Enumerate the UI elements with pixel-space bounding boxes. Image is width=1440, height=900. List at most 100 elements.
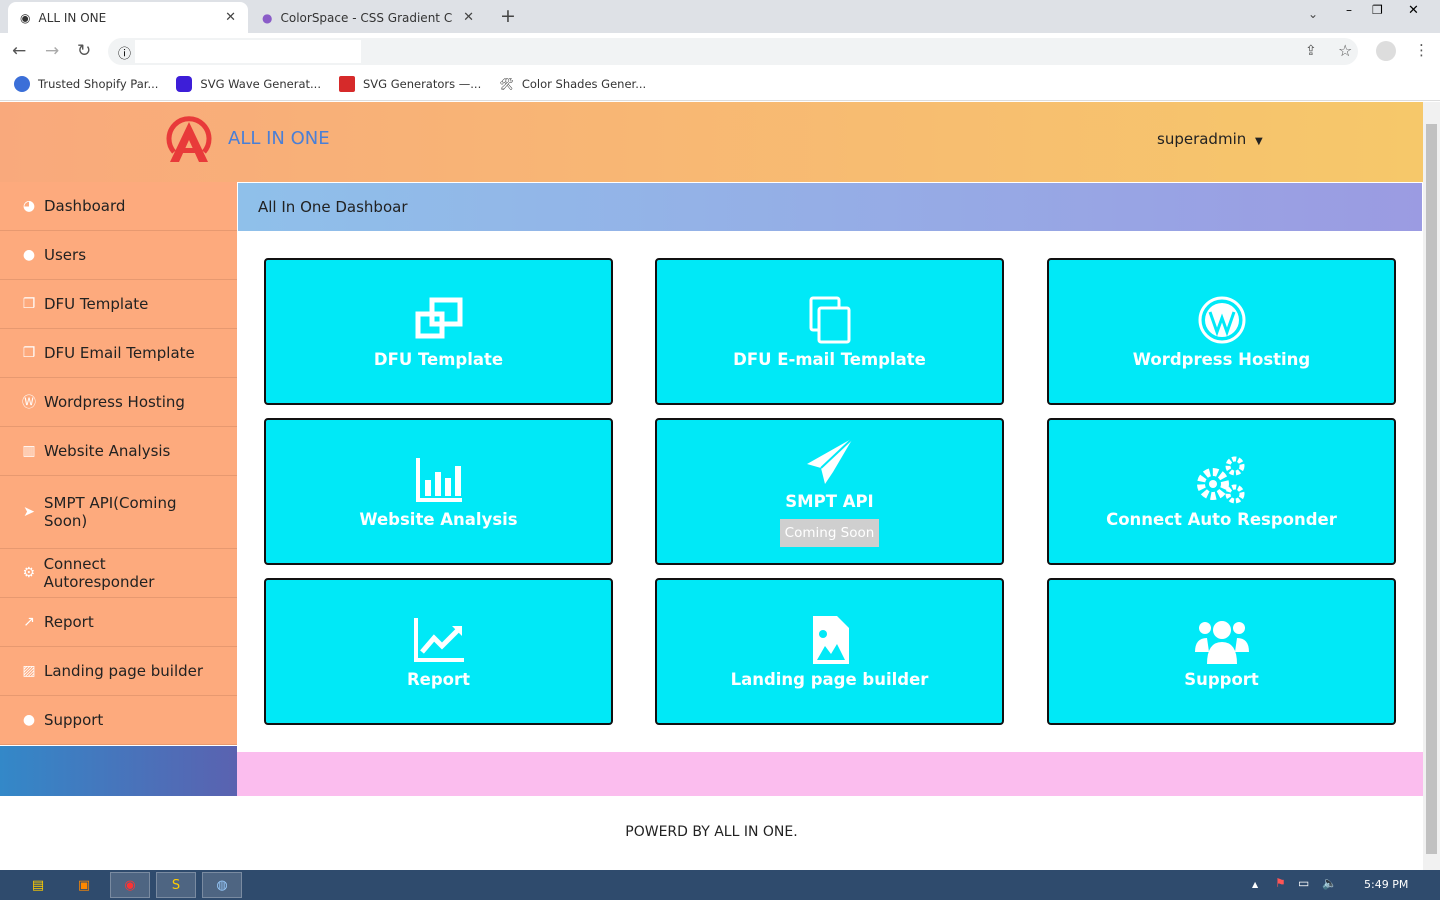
clock[interactable]: 5:49 PM xyxy=(1364,878,1408,891)
card-label: Wordpress Hosting xyxy=(1132,350,1311,369)
user-icon: ● xyxy=(22,247,36,263)
card-label: DFU Template xyxy=(373,350,504,369)
sidebar-item-label: Dashboard xyxy=(44,197,126,215)
sidebar-item[interactable]: ⚙ Connect Autoresponder xyxy=(0,549,237,598)
bookmark-icon xyxy=(176,76,193,92)
page-title: All In One Dashboar xyxy=(238,183,1422,231)
caret-down-icon: ▼ xyxy=(1255,136,1263,147)
dashboard-card[interactable]: Website Analysis xyxy=(264,418,613,565)
volume-icon[interactable]: 🔈 xyxy=(1322,876,1337,890)
bookmark-item[interactable]: SVG Generators —... xyxy=(338,76,481,92)
sidebar: ◕ Dashboard ● Users ❐ DFU Template ❐ DFU Email … xyxy=(0,182,237,745)
footer-text: POWERD BY ALL IN ONE. xyxy=(625,824,798,840)
card-label: Website Analysis xyxy=(359,510,518,529)
close-window-button[interactable]: ✕ xyxy=(1408,3,1419,18)
bookmark-item[interactable]: SVG Wave Generat... xyxy=(176,76,321,92)
content-footer-band xyxy=(237,752,1423,796)
sidebar-item[interactable]: ● Users xyxy=(0,231,237,280)
card-label: Report xyxy=(406,670,471,689)
bookmark-icon xyxy=(14,76,30,92)
copy-icon xyxy=(809,296,850,344)
sidebar-footer xyxy=(0,746,237,796)
sidebar-item-label: Wordpress Hosting xyxy=(44,393,185,411)
sublime-icon[interactable]: S xyxy=(156,872,196,898)
brand-name[interactable]: ALL IN ONE xyxy=(228,128,330,149)
sidebar-item[interactable]: ◕ Dashboard xyxy=(0,182,237,231)
card-label: SMPT API xyxy=(785,492,874,511)
dashboard-card[interactable]: DFU E-mail Template xyxy=(655,258,1004,405)
tools-icon: 🛠 xyxy=(499,77,514,91)
sidebar-item-label: Report xyxy=(44,613,94,631)
sidebar-item-label: DFU Email Template xyxy=(44,344,195,362)
sidebar-item[interactable]: ▨ Landing page builder xyxy=(0,647,237,696)
bookmark-icon xyxy=(338,76,355,92)
sidebar-item[interactable]: ❐ DFU Email Template xyxy=(0,329,237,378)
sidebar-item-label: Website Analysis xyxy=(44,442,171,460)
cogs-icon xyxy=(1196,456,1244,504)
dashboard-card[interactable]: Wordpress Hosting xyxy=(1047,258,1396,405)
dashboard-card[interactable]: Support xyxy=(1047,578,1396,725)
paper-plane-icon xyxy=(806,437,854,484)
network-icon[interactable]: ▭ xyxy=(1298,876,1309,890)
paper-plane-icon: ➤ xyxy=(23,504,35,520)
cogs-icon: ⚙ xyxy=(22,565,36,581)
dashboard-card[interactable]: SMPT API Coming Soon xyxy=(655,418,1004,565)
sidebar-item-label: Landing page builder xyxy=(44,662,204,680)
chrome-icon[interactable]: ◉ xyxy=(110,872,150,898)
wordpress-icon xyxy=(1198,296,1245,344)
sidebar-item[interactable]: ↗ Report xyxy=(0,598,237,647)
dashboard-card[interactable]: Report xyxy=(264,578,613,725)
flag-icon[interactable]: ⚑ xyxy=(1275,876,1286,890)
clone-icon: ❐ xyxy=(22,345,36,361)
card-label: Connect Auto Responder xyxy=(1106,510,1337,529)
xampp-icon[interactable]: ▣ xyxy=(64,872,104,898)
bar-chart-icon: ▥ xyxy=(22,443,36,459)
scrollbar-thumb[interactable] xyxy=(1426,124,1437,854)
site-info-icon[interactable]: ⓘ xyxy=(118,43,131,62)
sidebar-item[interactable]: ▥ Website Analysis xyxy=(0,427,237,476)
users-icon: ● xyxy=(22,712,36,728)
sidebar-item[interactable]: ➤ SMPT API(Coming Soon) xyxy=(0,476,237,549)
dashboard-card[interactable]: DFU Template xyxy=(264,258,613,405)
wordpress-icon: Ⓦ xyxy=(22,395,36,411)
sidebar-item[interactable]: ❐ DFU Template xyxy=(0,280,237,329)
reload-icon[interactable]: ↻ xyxy=(77,41,91,61)
coming-soon-badge: Coming Soon xyxy=(779,519,880,547)
restore-button[interactable]: ❐ xyxy=(1372,3,1383,17)
close-tab-icon[interactable]: ✕ xyxy=(463,10,474,25)
card-label: DFU E-mail Template xyxy=(733,350,926,369)
bookmark-item[interactable]: 🛠 Color Shades Gener... xyxy=(499,77,646,91)
share-icon[interactable]: ⇪ xyxy=(1305,43,1317,59)
sidebar-item-label: Support xyxy=(44,711,104,729)
sidebar-item[interactable]: ● Support xyxy=(0,696,237,745)
bookmark-item[interactable]: Trusted Shopify Par... xyxy=(14,76,158,92)
sidebar-item[interactable]: Ⓦ Wordpress Hosting xyxy=(0,378,237,427)
line-chart-icon xyxy=(413,618,464,662)
tray-expand-icon[interactable]: ▲ xyxy=(1252,880,1258,889)
dashboard-card[interactable]: Landing page builder xyxy=(655,578,1004,725)
menu-icon[interactable]: ⋮ xyxy=(1414,41,1429,59)
planet-icon: ● xyxy=(262,10,273,25)
user-menu[interactable]: superadmin ▼ xyxy=(1157,130,1263,148)
star-icon[interactable]: ☆ xyxy=(1338,41,1352,60)
image-file-icon xyxy=(812,616,849,664)
browser-tab-strip: ◉ ALL IN ONE ✕ ● ColorSpace - CSS Gradient … xyxy=(0,0,1440,33)
tab-colorspace[interactable]: ●ColorSpace - CSS Gradient Color✕ xyxy=(250,2,486,33)
minimize-button[interactable]: – xyxy=(1346,3,1352,17)
globe-icon: ◉ xyxy=(20,10,31,25)
brand-logo[interactable] xyxy=(166,112,212,164)
clone-icon xyxy=(415,297,462,339)
tab-all-in-one[interactable]: ◉ ALL IN ONE ✕ xyxy=(8,2,248,33)
bar-chart-icon xyxy=(415,458,462,502)
file-explorer-icon[interactable]: ▤ xyxy=(18,872,58,898)
profile-avatar[interactable] xyxy=(1376,41,1396,61)
dashboard-card[interactable]: Connect Auto Responder xyxy=(1047,418,1396,565)
sidebar-item-label: Users xyxy=(44,246,87,264)
paint-icon[interactable]: ◍ xyxy=(202,872,242,898)
close-tab-icon[interactable]: ✕ xyxy=(225,10,236,25)
address-input[interactable] xyxy=(135,40,361,63)
tab-search-icon[interactable]: ⌄ xyxy=(1308,7,1318,21)
back-icon[interactable]: ← xyxy=(12,41,26,61)
new-tab-button[interactable]: + xyxy=(500,5,516,27)
forward-icon[interactable]: → xyxy=(45,41,59,61)
